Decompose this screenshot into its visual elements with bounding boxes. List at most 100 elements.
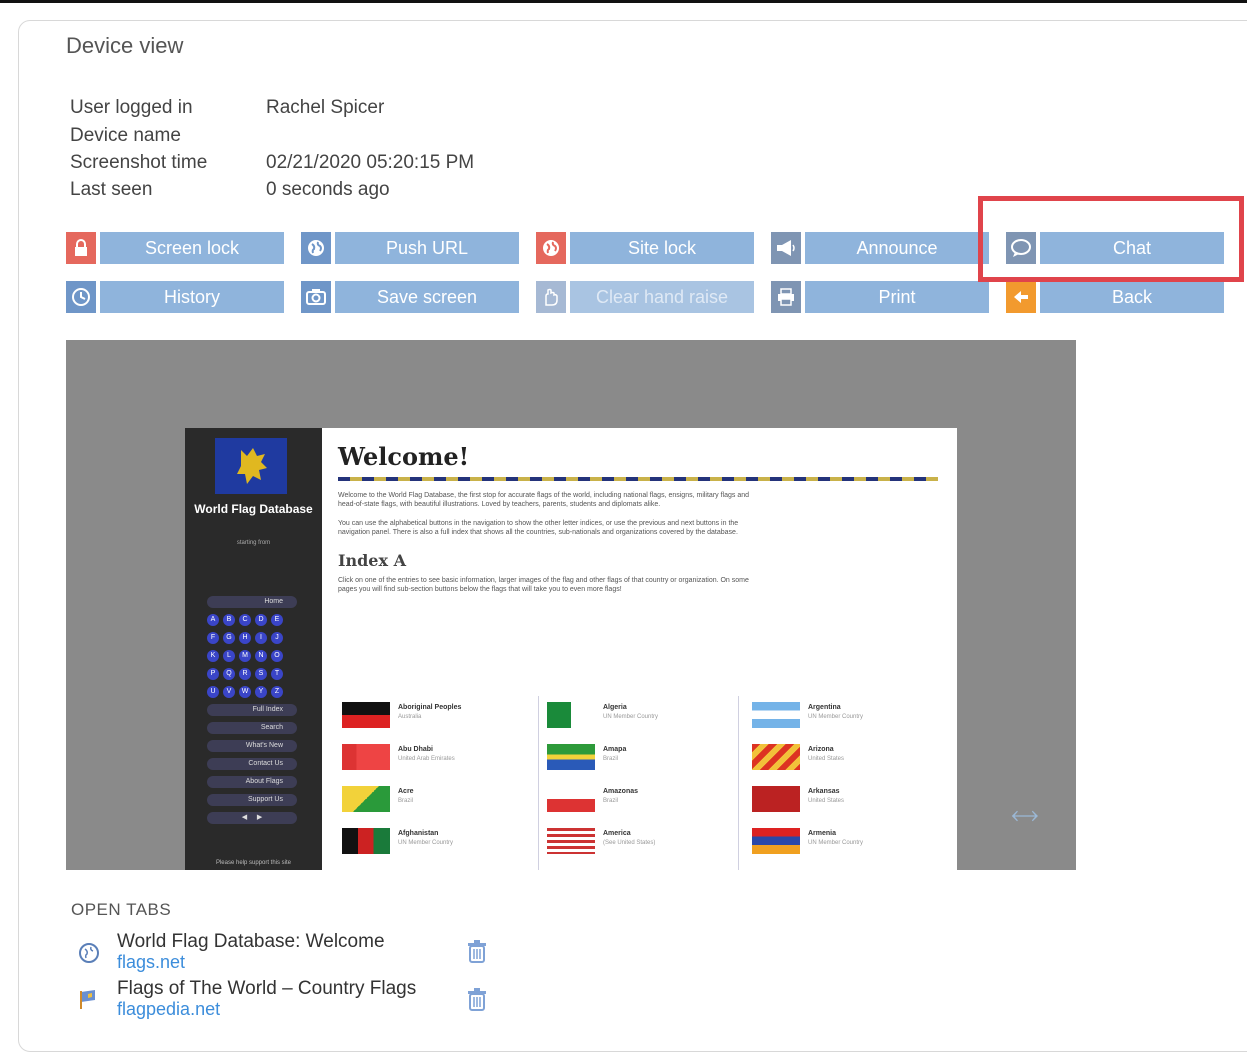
flag-entry: Arkansas United States <box>752 782 952 818</box>
letter-index-button: P <box>207 668 219 680</box>
nav-contact-us: Contact Us <box>207 758 297 770</box>
flag-subtitle: Brazil <box>603 756 619 762</box>
user-logged-in-label: User logged in <box>70 97 193 118</box>
letter-index-button: Q <box>223 668 235 680</box>
flag-name: Abu Dhabi <box>398 746 433 753</box>
flag-subtitle: United Arab Emirates <box>398 756 455 762</box>
letter-index-button: U <box>207 686 219 698</box>
flag-name: Algeria <box>603 704 627 711</box>
clear-hand-raise-button[interactable]: Clear hand raise <box>536 281 754 313</box>
trash-icon[interactable] <box>467 988 487 1012</box>
letter-index-button: W <box>239 686 251 698</box>
clear-hand-raise-label: Clear hand raise <box>570 281 754 313</box>
expand-icon[interactable]: ⤢ <box>1006 797 1043 834</box>
print-label: Print <box>805 281 989 313</box>
site-logo-subtitle: starting from <box>236 540 271 546</box>
nav-full-index: Full Index <box>207 704 297 716</box>
last-seen-label: Last seen <box>70 179 153 200</box>
welcome-heading: Welcome! <box>338 442 470 471</box>
open-tab-url-2[interactable]: flagpedia.net <box>117 999 220 1020</box>
screen-lock-button[interactable]: Screen lock <box>66 232 284 264</box>
letter-index-button: F <box>207 632 219 644</box>
letter-index-button: C <box>239 614 251 626</box>
nav-whats-new: What's New <box>207 740 297 752</box>
device-name-label: Device name <box>70 125 181 146</box>
flag-thumbnail <box>342 702 390 728</box>
letter-index-button: E <box>271 614 283 626</box>
flag-thumbnail <box>547 744 595 770</box>
flag-grid: Aboriginal Peoples Australia Algeria UN Mem… <box>338 696 938 870</box>
print-button[interactable]: Print <box>771 281 989 313</box>
nav-prev-next: ◀ ▶ <box>207 812 297 824</box>
letter-index-button: Z <box>271 686 283 698</box>
nav-home: Home <box>207 596 297 608</box>
flag-entry: Acre Brazil <box>342 782 542 818</box>
flag-name: Arizona <box>808 746 834 753</box>
flag-subtitle: UN Member Country <box>603 714 659 720</box>
save-screen-label: Save screen <box>335 281 519 313</box>
site-logo-title: World Flag Database <box>194 502 313 516</box>
flag-subtitle: Brazil <box>398 798 414 804</box>
letter-index-button: M <box>239 650 251 662</box>
letter-index-button: G <box>223 632 235 644</box>
letter-index-button: D <box>255 614 267 626</box>
flag-name: America <box>603 830 631 837</box>
site-sidebar-footer: Please help support this site <box>215 860 292 866</box>
flag-subtitle: United States <box>808 756 845 762</box>
flag-thumbnail <box>342 786 390 812</box>
index-a-heading: Index A <box>338 551 407 570</box>
flag-thumbnail <box>547 828 595 854</box>
history-button[interactable]: History <box>66 281 284 313</box>
letter-index-button: Y <box>255 686 267 698</box>
flag-thumbnail <box>547 702 595 728</box>
site-lock-button[interactable]: Site lock <box>536 232 754 264</box>
globe-icon <box>78 942 100 964</box>
push-url-button[interactable]: Push URL <box>301 232 519 264</box>
flag-thumbnail <box>342 828 390 854</box>
page-title: Device view <box>66 33 184 58</box>
hand-icon <box>536 281 566 313</box>
site-lock-label: Site lock <box>570 232 754 264</box>
chat-highlight-box <box>978 196 1244 282</box>
welcome-paragraph-1: Welcome to the World Flag Database, the … <box>338 492 750 508</box>
trash-icon[interactable] <box>467 940 487 964</box>
last-seen-value: 0 seconds ago <box>266 179 390 200</box>
flag-name: Armenia <box>808 830 837 837</box>
flag-entry: Algeria UN Member Country <box>547 698 747 734</box>
site-sidebar: World Flag Database starting from Home F… <box>185 428 322 870</box>
flag-name: Arkansas <box>808 788 840 795</box>
letter-index-button: V <box>223 686 235 698</box>
flag-subtitle: Brazil <box>603 798 619 804</box>
flag-subtitle: United States <box>808 798 845 804</box>
open-tab-title-1[interactable]: World Flag Database: Welcome <box>117 931 385 953</box>
back-button[interactable]: Back <box>1006 281 1224 313</box>
flag-thumbnail <box>547 786 595 812</box>
open-tab-title-2[interactable]: Flags of The World – Country Flags <box>117 978 416 1000</box>
device-screenshot-preview[interactable]: World Flag Database starting from Home F… <box>66 340 1076 870</box>
screen-lock-label: Screen lock <box>100 232 284 264</box>
announce-button[interactable]: Announce <box>771 232 989 264</box>
flag-entry: Afghanistan UN Member Country <box>342 824 542 860</box>
save-screen-button[interactable]: Save screen <box>301 281 519 313</box>
window-top-border <box>0 0 1247 3</box>
nav-support-us: Support Us <box>207 794 297 806</box>
flag-entry: Arizona United States <box>752 740 952 776</box>
letter-index-button: H <box>239 632 251 644</box>
screenshot-time-label: Screenshot time <box>70 152 208 173</box>
letter-index-button: O <box>271 650 283 662</box>
lock-icon <box>66 232 96 264</box>
history-label: History <box>100 281 284 313</box>
flag-thumbnail <box>752 828 800 854</box>
open-tab-url-1[interactable]: flags.net <box>117 952 185 973</box>
flag-name: Amazonas <box>603 788 639 795</box>
flag-entry: Aboriginal Peoples Australia <box>342 698 542 734</box>
megaphone-icon <box>771 232 801 264</box>
welcome-paragraph-2: You can use the alphabetical buttons in … <box>338 520 739 536</box>
flag-name: Argentina <box>808 704 841 711</box>
flag-subtitle: UN Member Country <box>808 714 864 720</box>
flag-entry: Armenia UN Member Country <box>752 824 952 860</box>
letter-index-button: I <box>255 632 267 644</box>
site-main-content: Welcome! Welcome to the World Flag Datab… <box>338 442 938 594</box>
flag-entry: Amapa Brazil <box>547 740 747 776</box>
flag-thumbnail <box>752 744 800 770</box>
